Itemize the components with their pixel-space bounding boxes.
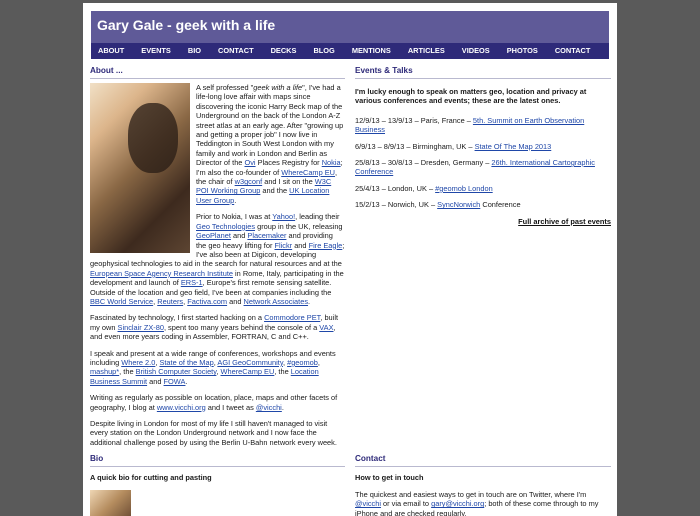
profile-photo — [90, 83, 190, 253]
inline-link[interactable]: @vicchi — [256, 403, 282, 412]
contact-text: The quickest and easiest ways to get in … — [355, 490, 599, 516]
nav-videos[interactable]: VIDEOS — [462, 43, 490, 59]
about-paragraph-5: Writing as regularly as possible on loca… — [90, 393, 338, 412]
inline-link[interactable]: Commodore PET — [264, 313, 320, 322]
nav-events[interactable]: EVENTS — [141, 43, 171, 59]
nav-decks[interactable]: DECKS — [271, 43, 297, 59]
inline-link[interactable]: WhereCamp EU — [281, 168, 335, 177]
inline-link[interactable]: Where 2.0 — [121, 358, 155, 367]
events-intro: I'm lucky enough to speak on matters geo… — [355, 87, 587, 106]
inline-link[interactable]: Fire Eagle — [309, 241, 343, 250]
inline-link[interactable]: WhereCamp EU — [221, 367, 275, 376]
events-heading: Events & Talks — [355, 66, 611, 79]
inline-link[interactable]: Ovi — [244, 158, 255, 167]
about-heading: About ... — [90, 66, 345, 79]
inline-link[interactable]: BBC World Service — [90, 297, 153, 306]
inline-link[interactable]: Reuters — [157, 297, 183, 306]
contact-section: Contact How to get in touch The quickest… — [355, 454, 611, 516]
event-link[interactable]: 5th. Summit on Earth Observation Busines… — [355, 116, 584, 134]
event-item: 6/9/13 – 8/9/13 – Birmingham, UK – State… — [355, 141, 552, 151]
about-paragraph-3: Fascinated by technology, I first starte… — [90, 313, 339, 342]
event-item: 25/4/13 – London, UK – #geomob London — [355, 183, 493, 193]
bio-section: Bio A quick bio for cutting and pasting — [90, 454, 345, 516]
inline-link[interactable]: VAX — [319, 323, 333, 332]
nav-mentions[interactable]: MENTIONS — [352, 43, 391, 59]
nav-about[interactable]: ABOUT — [98, 43, 124, 59]
inline-link[interactable]: @vicchi — [355, 499, 381, 508]
inline-link[interactable]: European Space Agency Research Institute — [90, 269, 233, 278]
inline-link[interactable]: #geomob — [287, 358, 318, 367]
events-list: 12/9/13 – 13/9/13 – Paris, France – 5th.… — [355, 116, 611, 210]
event-link[interactable]: #geomob London — [435, 184, 493, 193]
inline-link[interactable]: State of the Map — [159, 358, 213, 367]
main-nav: ABOUT EVENTS BIO CONTACT DECKS BLOG MENT… — [91, 43, 609, 59]
event-item: 15/2/13 – Norwich, UK – SyncNorwich Conf… — [355, 200, 521, 210]
about-paragraph-4: I speak and present at a wide range of c… — [90, 348, 336, 386]
nav-bio[interactable]: BIO — [188, 43, 201, 59]
inline-link[interactable]: Placemaker — [247, 231, 286, 240]
inline-link[interactable]: gary@vicchi.org — [431, 499, 484, 508]
event-link[interactable]: 26th. International Cartographic Confere… — [355, 158, 595, 176]
site-title[interactable]: Gary Gale - geek with a life — [97, 17, 275, 33]
inline-link[interactable]: GeoPlanet — [196, 231, 231, 240]
inline-link[interactable]: AGI GeoCommunity — [217, 358, 283, 367]
bio-subheading: A quick bio for cutting and pasting — [90, 473, 212, 482]
site-header: Gary Gale - geek with a life ABOUT EVENT… — [91, 11, 609, 59]
inline-link[interactable]: Sinclair ZX-80 — [118, 323, 164, 332]
inline-link[interactable]: Geo Technologies — [196, 222, 255, 231]
inline-link[interactable]: www.vicchi.org — [157, 403, 206, 412]
inline-link[interactable]: Factiva.com — [187, 297, 227, 306]
nav-contact[interactable]: CONTACT — [218, 43, 254, 59]
inline-link[interactable]: mashup* — [90, 367, 119, 376]
nav-blog[interactable]: BLOG — [313, 43, 334, 59]
event-item: 12/9/13 – 13/9/13 – Paris, France – 5th.… — [355, 115, 585, 135]
inline-link[interactable]: Flickr — [274, 241, 292, 250]
inline-link[interactable]: British Computer Society — [136, 367, 217, 376]
event-link[interactable]: SyncNorwich — [437, 200, 480, 209]
contact-heading: Contact — [355, 454, 611, 467]
nav-articles[interactable]: ARTICLES — [408, 43, 445, 59]
nav-photos[interactable]: PHOTOS — [507, 43, 538, 59]
about-paragraph-6: Despite living in London for most of my … — [90, 419, 337, 447]
event-item: 25/8/13 – 30/8/13 – Dresden, Germany – 2… — [355, 158, 595, 177]
inline-link[interactable]: Yahoo! — [272, 212, 295, 221]
inline-link[interactable]: Nokia — [322, 158, 341, 167]
about-section: About ... A self professed "geek with a … — [90, 66, 345, 454]
inline-link[interactable]: w3gconf — [235, 177, 263, 186]
nav-contact-2[interactable]: CONTACT — [555, 43, 591, 59]
events-section: Events & Talks I'm lucky enough to speak… — [355, 66, 611, 226]
event-link[interactable]: State Of The Map 2013 — [475, 142, 552, 151]
inline-link[interactable]: ERS-1 — [181, 278, 203, 287]
bio-thumbnail — [90, 490, 131, 516]
events-archive-link[interactable]: Full archive of past events — [355, 217, 611, 226]
bio-heading: Bio — [90, 454, 345, 467]
contact-subheading: How to get in touch — [355, 473, 424, 482]
inline-link[interactable]: Network Associates — [244, 297, 309, 306]
inline-link[interactable]: FOWA — [164, 377, 186, 386]
page: Gary Gale - geek with a life ABOUT EVENT… — [83, 3, 617, 516]
